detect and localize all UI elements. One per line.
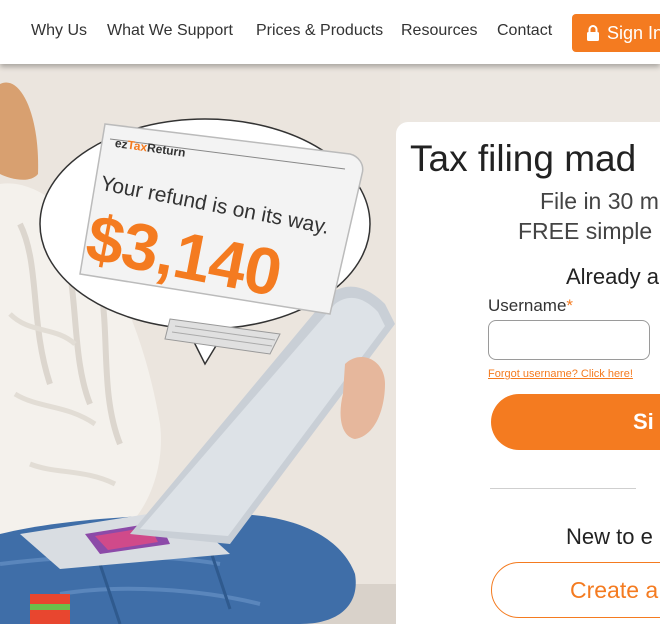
subtitle-line-2: FREE simple (518, 218, 653, 244)
subtitle-line-1: File in 30 m (540, 188, 659, 214)
lock-icon (587, 25, 599, 41)
divider (490, 488, 636, 489)
new-user-heading: New to e (566, 524, 653, 549)
login-card: Tax filing mad File in 30 m FREE simple … (396, 122, 660, 624)
username-input[interactable] (488, 320, 650, 360)
page-title: Tax filing mad (410, 138, 637, 179)
sign-in-submit-label: Si (633, 409, 654, 434)
sign-in-label: Sign In (607, 23, 660, 43)
nav-link-prices-products[interactable]: Prices & Products (256, 22, 383, 40)
nav-link-why-us[interactable]: Why Us (31, 22, 87, 40)
create-account-label: Create a (570, 577, 659, 603)
forgot-username-link[interactable]: Forgot username? Click here! (488, 368, 633, 380)
nav-link-contact[interactable]: Contact (497, 22, 552, 40)
top-navigation: Why Us What We Support Prices & Products… (0, 0, 660, 64)
create-account-button[interactable]: Create a (491, 562, 660, 618)
nav-link-resources[interactable]: Resources (401, 22, 477, 40)
sign-in-button[interactable]: Sign In (572, 14, 660, 52)
sign-in-submit-button[interactable]: Si (491, 394, 660, 450)
nav-link-what-we-support[interactable]: What We Support (107, 22, 233, 40)
already-heading: Already a (566, 264, 659, 289)
hero-section: ezTaxReturn Your refund is on its way. $… (0, 64, 660, 624)
hero-photo (0, 64, 400, 624)
required-marker: * (566, 296, 574, 315)
username-label: Username* (488, 296, 574, 315)
